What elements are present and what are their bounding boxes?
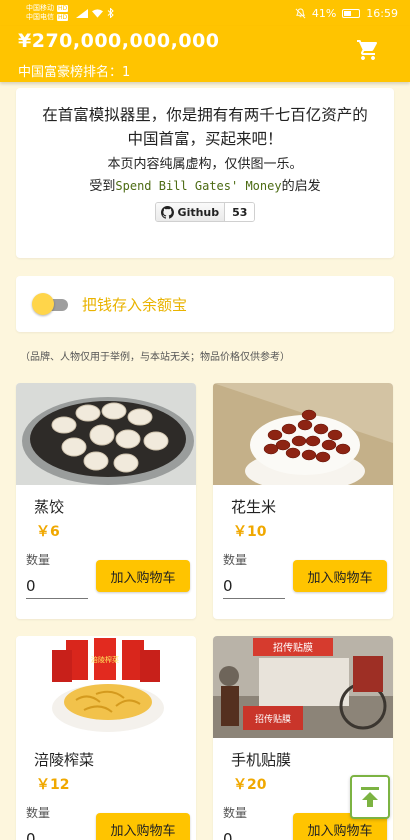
mute-bell-icon — [295, 7, 306, 18]
carrier-1: 中国移动 — [26, 4, 54, 12]
product-name: 涪陵榨菜 — [34, 751, 95, 769]
product-card: 涪陵榨菜 涪陵榨菜 ￥12 数量 加入购物车 — [16, 636, 196, 840]
bluetooth-icon — [107, 8, 114, 18]
cart-icon — [357, 40, 378, 60]
quantity-input[interactable] — [223, 826, 285, 840]
intro-line-1: 在首富模拟器里，你是拥有有两千七百亿资产的 — [42, 106, 368, 124]
rank-value: 1 — [122, 65, 131, 80]
inspiration-link[interactable]: Spend Bill Gates' Money — [115, 179, 281, 193]
product-price: ￥20 — [233, 777, 267, 793]
balance: ¥270,000,000,000 — [18, 30, 220, 52]
quantity-input[interactable] — [26, 573, 88, 599]
add-to-cart-button[interactable]: 加入购物车 — [96, 813, 190, 840]
signal-icons — [76, 8, 114, 18]
stall-sign-side: 招传贴膜 — [255, 713, 291, 725]
carrier-info: 中国移动 HD 中国电信 HD — [26, 4, 69, 22]
product-image-pickles: 涪陵榨菜 — [16, 636, 196, 738]
inspiration-suffix: 的启发 — [281, 179, 321, 194]
pickle-pack-label: 涪陵榨菜 — [91, 655, 119, 664]
product-card: 花生米 ￥10 数量 加入购物车 — [213, 383, 393, 619]
product-price: ￥12 — [36, 777, 70, 793]
quantity-label: 数量 — [223, 806, 248, 820]
github-star-count[interactable]: 53 — [225, 203, 255, 221]
quantity-label: 数量 — [26, 806, 51, 820]
cart-button[interactable] — [356, 38, 380, 62]
signal-icon — [76, 8, 89, 18]
hd-badge: HD — [57, 14, 69, 21]
stall-sign-top: 招传贴膜 — [273, 641, 313, 654]
yuebao-label: 把钱存入余额宝 — [82, 295, 188, 314]
product-image-peanuts — [213, 383, 393, 485]
status-bar: 中国移动 HD 中国电信 HD 41% 16:59 — [0, 0, 410, 26]
intro-disclaimer: 本页内容纯属虚构，仅供图一乐。 — [107, 157, 303, 172]
intro-card: 在首富模拟器里，你是拥有有两千七百亿资产的 中国首富，买起来吧！ 本页内容纯属虚… — [16, 88, 394, 258]
product-image-dumplings — [16, 383, 196, 485]
product-name: 手机贴膜 — [231, 751, 292, 769]
quantity-input[interactable] — [26, 826, 88, 840]
intro-line-2: 中国首富，买起来吧！ — [127, 130, 283, 148]
clock: 16:59 — [366, 6, 398, 20]
yuebao-toggle-card: 把钱存入余额宝 — [16, 276, 394, 332]
product-price: ￥6 — [36, 524, 60, 540]
rank: 中国富豪榜排名：1 — [18, 61, 130, 80]
app-header: ¥270,000,000,000 中国富豪榜排名：1 — [0, 26, 410, 82]
github-label: Github — [177, 205, 220, 219]
switch-thumb[interactable] — [32, 293, 54, 315]
product-image-screen-protector: 招传贴膜 招传贴膜 — [213, 636, 393, 738]
intro-inspiration: 受到Spend Bill Gates' Money的启发 — [16, 175, 394, 198]
hd-badge: HD — [57, 5, 69, 12]
github-button[interactable]: Github — [155, 203, 226, 221]
back-to-top-button[interactable] — [350, 775, 390, 819]
battery-icon — [342, 8, 361, 18]
product-card: 蒸饺 ￥6 数量 加入购物车 — [16, 383, 196, 619]
status-right: 41% 16:59 — [295, 7, 398, 20]
product-price: ￥10 — [233, 524, 267, 540]
arrow-up-to-top-icon — [361, 787, 379, 807]
product-name: 花生米 — [231, 498, 277, 516]
quantity-label: 数量 — [223, 553, 248, 567]
yuebao-switch[interactable] — [32, 293, 70, 315]
product-name: 蒸饺 — [34, 498, 65, 516]
carrier-2: 中国电信 — [26, 13, 54, 21]
wifi-icon — [92, 8, 104, 18]
github-star-badge[interactable]: Github 53 — [154, 202, 256, 222]
quantity-input[interactable] — [223, 573, 285, 599]
price-disclaimer: （品牌、人物仅用于举例，与本站无关；物品价格仅供参考） — [20, 352, 290, 363]
add-to-cart-button[interactable]: 加入购物车 — [96, 560, 190, 592]
rank-label: 中国富豪榜排名： — [18, 65, 123, 80]
battery-percent: 41% — [311, 6, 337, 20]
add-to-cart-button[interactable]: 加入购物车 — [293, 560, 387, 592]
inspiration-prefix: 受到 — [89, 179, 116, 194]
quantity-label: 数量 — [26, 553, 51, 567]
github-icon — [160, 205, 174, 219]
